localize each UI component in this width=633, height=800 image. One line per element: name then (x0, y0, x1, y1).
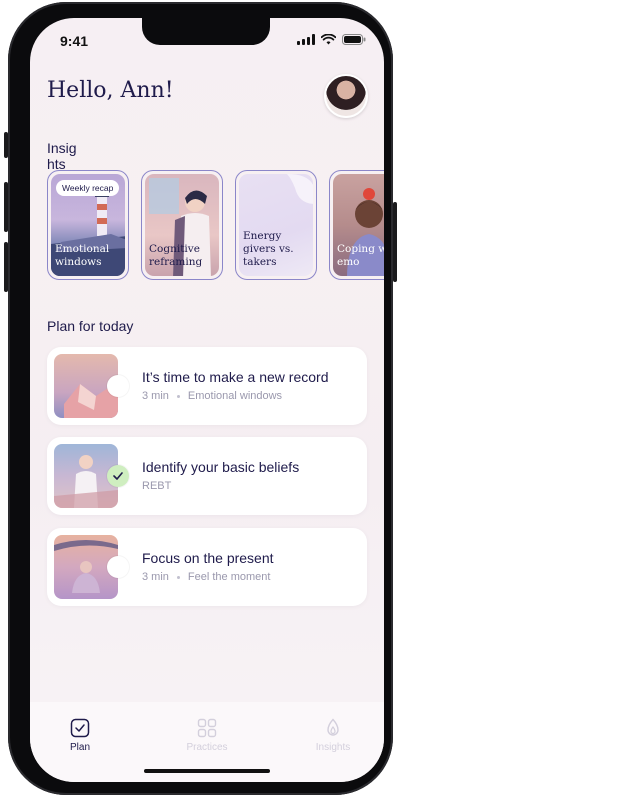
home-indicator (144, 769, 270, 773)
volume-up-button (4, 182, 8, 232)
flame-icon (327, 718, 339, 736)
checkmark-icon (113, 472, 123, 480)
notch (142, 18, 270, 45)
insight-card-label: Coping with emo (337, 243, 384, 268)
insight-card-energy-givers[interactable]: Energy givers vs. takers (235, 170, 317, 280)
tab-label: Insights (315, 742, 351, 753)
wifi-icon (321, 34, 336, 45)
insights-carousel[interactable]: Weekly recap Emotional windows Cognitive… (47, 170, 384, 282)
insight-card-label: Energy givers vs. takers (243, 230, 294, 268)
avatar[interactable] (324, 74, 368, 118)
insight-card-cognitive-reframing[interactable]: Cognitive reframing (141, 170, 223, 280)
calendar-check-icon (70, 718, 90, 738)
status-icons (297, 34, 366, 45)
tab-insights[interactable]: Insights (288, 718, 378, 753)
power-button (393, 202, 397, 282)
insight-card-emotional-windows[interactable]: Weekly recap Emotional windows (47, 170, 129, 280)
task-title: It’s time to make a new record (142, 369, 329, 385)
task-card-basic-beliefs[interactable]: Identify your basic beliefs REBT (47, 437, 367, 515)
app-screen: 9:41 Hello, Ann! Insights Weekly recap E… (30, 18, 384, 782)
separator-dot (176, 394, 180, 398)
task-meta: 3 min Emotional windows (142, 390, 282, 402)
battery-icon (342, 34, 366, 45)
task-category: Emotional windows (187, 390, 283, 402)
insights-section-title: Insights (47, 140, 77, 172)
task-title: Focus on the present (142, 550, 274, 566)
tab-label: Plan (69, 742, 90, 753)
cellular-signal-icon (297, 34, 315, 45)
tab-label: Practices (186, 742, 228, 753)
volume-down-button (4, 242, 8, 292)
task-checkbox[interactable] (107, 375, 129, 397)
tab-practices[interactable]: Practices (162, 718, 252, 753)
task-card-focus-present[interactable]: Focus on the present 3 min Feel the mome… (47, 528, 367, 606)
mute-switch (4, 132, 8, 158)
task-card-new-record[interactable]: It’s time to make a new record 3 min Emo… (47, 347, 367, 425)
task-title: Identify your basic beliefs (142, 459, 300, 475)
tab-plan[interactable]: Plan (35, 718, 125, 753)
plan-section-title: Plan for today (47, 318, 134, 334)
phone-frame: 9:41 Hello, Ann! Insights Weekly recap E… (4, 2, 397, 795)
separator-dot (176, 575, 180, 579)
task-checkbox-checked[interactable] (107, 465, 129, 487)
task-category: Feel the moment (187, 571, 271, 583)
insight-card-label: Cognitive reframing (149, 243, 203, 268)
task-duration: 3 min (142, 571, 169, 583)
grid-icon (197, 718, 217, 738)
status-time: 9:41 (60, 33, 89, 49)
task-meta: REBT (142, 480, 171, 492)
task-meta: 3 min Feel the moment (142, 571, 270, 583)
task-category: REBT (142, 480, 172, 492)
task-checkbox[interactable] (107, 556, 129, 578)
task-duration: 3 min (142, 390, 169, 402)
weekly-recap-badge: Weekly recap (56, 180, 120, 196)
insight-card-coping[interactable]: Coping with emo (329, 170, 384, 280)
insight-card-label: Emotional windows (55, 243, 110, 268)
greeting-title: Hello, Ann! (47, 78, 174, 103)
